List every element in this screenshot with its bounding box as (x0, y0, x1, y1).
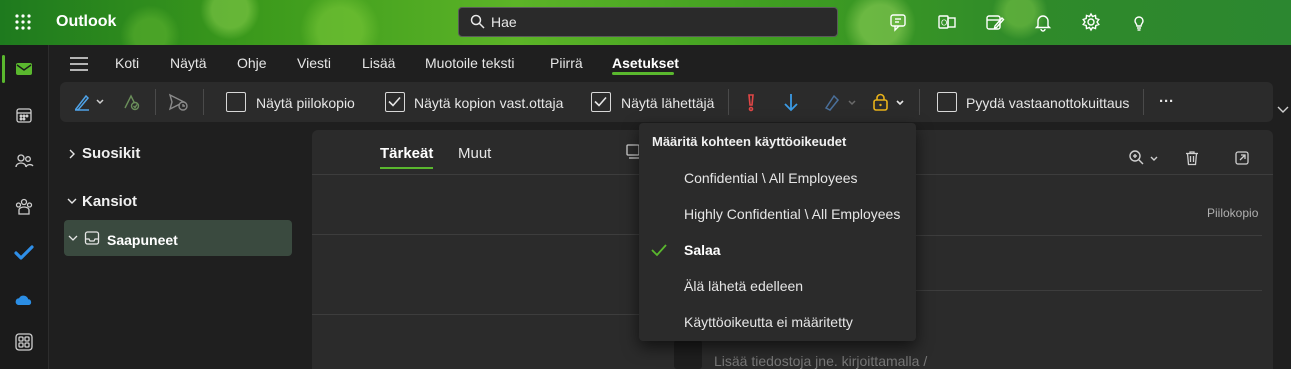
show-bcc-label[interactable]: Näytä piilokopio (256, 95, 355, 111)
permissions-dropdown (639, 123, 916, 341)
todo-icon[interactable] (14, 243, 34, 263)
bell-icon[interactable] (1033, 12, 1053, 32)
show-from-copy-label[interactable]: Näytä kopion vast.ottaja (414, 95, 563, 111)
request-receipt-label[interactable]: Pyydä vastaanottokuittaus (966, 95, 1129, 111)
divider (916, 235, 1262, 236)
separator (728, 89, 729, 115)
more-options-button[interactable]: ··· (1159, 93, 1174, 110)
pop-out-icon[interactable] (1234, 150, 1250, 166)
tab-format-text[interactable]: Muotoile teksti (425, 55, 514, 71)
folders-header[interactable]: Kansiot (82, 193, 137, 210)
permissions-menu-header: Määritä kohteen käyttöoikeudet (652, 134, 847, 149)
chevron-right-icon[interactable] (68, 148, 76, 160)
tab-insert[interactable]: Lisää (362, 55, 395, 71)
groups-icon[interactable] (14, 197, 34, 217)
search-input[interactable]: Hae (491, 14, 517, 30)
mail-icon[interactable] (14, 59, 34, 79)
inbox-icon (84, 230, 100, 246)
separator (203, 89, 204, 115)
show-from-checkbox[interactable] (591, 92, 611, 112)
lock-icon[interactable] (871, 92, 909, 112)
low-importance-icon[interactable] (782, 92, 800, 112)
menu-item-do-not-forward[interactable]: Älä lähetä edelleen (684, 278, 803, 294)
show-bcc-checkbox[interactable] (226, 92, 246, 112)
apps-icon[interactable] (14, 332, 34, 352)
signature-avatar (674, 340, 702, 369)
trash-icon[interactable] (1184, 150, 1200, 166)
checkmark-icon (651, 243, 667, 257)
tab-draw[interactable]: Piirrä (550, 55, 583, 71)
menu-item-highly-confidential[interactable]: Highly Confidential \ All Employees (684, 206, 900, 222)
separator (919, 89, 920, 115)
app-launcher-icon[interactable] (14, 13, 32, 31)
office-apps-icon[interactable]: O (937, 12, 957, 32)
my-day-icon[interactable] (985, 12, 1005, 32)
filter-icon[interactable] (626, 144, 639, 160)
tab-help[interactable]: Ohje (237, 55, 267, 71)
sensitivity-icon[interactable] (822, 92, 860, 112)
bcc-button[interactable]: Piilokopio (1207, 206, 1258, 220)
divider (312, 314, 639, 315)
tab-home[interactable]: Koti (115, 55, 139, 71)
gear-icon[interactable] (1081, 12, 1101, 32)
compose-body-placeholder[interactable]: Lisää tiedostoja jne. kirjoittamalla / (714, 353, 927, 369)
chevron-down-icon[interactable] (68, 234, 78, 242)
onedrive-icon[interactable] (14, 290, 34, 310)
separator (1143, 89, 1144, 115)
divider (312, 234, 639, 235)
tab-options[interactable]: Asetukset (612, 55, 679, 71)
delay-send-icon[interactable] (168, 92, 190, 112)
show-from-label[interactable]: Näytä lähettäjä (621, 95, 714, 111)
divider (916, 290, 1262, 291)
dictate-icon[interactable] (121, 92, 141, 112)
menu-icon[interactable] (69, 56, 89, 72)
menu-item-confidential[interactable]: Confidential \ All Employees (684, 170, 858, 186)
themes-icon[interactable] (73, 92, 107, 112)
checkmark-icon (388, 96, 401, 107)
zoom-icon[interactable] (1128, 149, 1162, 167)
menu-item-encrypt[interactable]: Salaa (684, 242, 721, 258)
tab-message[interactable]: Viesti (297, 55, 331, 71)
tab-other[interactable]: Muut (458, 145, 491, 162)
people-icon[interactable] (14, 151, 34, 171)
show-from-copy-checkbox[interactable] (385, 92, 405, 112)
lightbulb-icon[interactable] (1129, 12, 1149, 32)
rail-selection-indicator (2, 55, 5, 83)
request-receipt-checkbox[interactable] (937, 92, 957, 112)
checkmark-icon (594, 96, 607, 107)
separator (155, 89, 156, 115)
svg-text:O: O (941, 19, 947, 28)
high-importance-icon[interactable] (743, 92, 759, 112)
active-tab-indicator (612, 72, 674, 75)
teams-chat-icon[interactable] (889, 12, 909, 32)
inbox-label[interactable]: Saapuneet (107, 232, 178, 248)
chevron-down-icon[interactable] (66, 197, 78, 205)
app-title[interactable]: Outlook (56, 13, 116, 31)
focused-tab-indicator (380, 167, 433, 169)
tab-view[interactable]: Näytä (170, 55, 207, 71)
tab-focused[interactable]: Tärkeät (380, 145, 433, 162)
menu-item-no-permissions[interactable]: Käyttöoikeutta ei määritetty (684, 314, 853, 330)
chevron-down-icon[interactable] (1277, 104, 1289, 114)
favorites-header[interactable]: Suosikit (82, 145, 140, 162)
calendar-icon[interactable] (14, 105, 34, 125)
search-icon (470, 14, 485, 29)
